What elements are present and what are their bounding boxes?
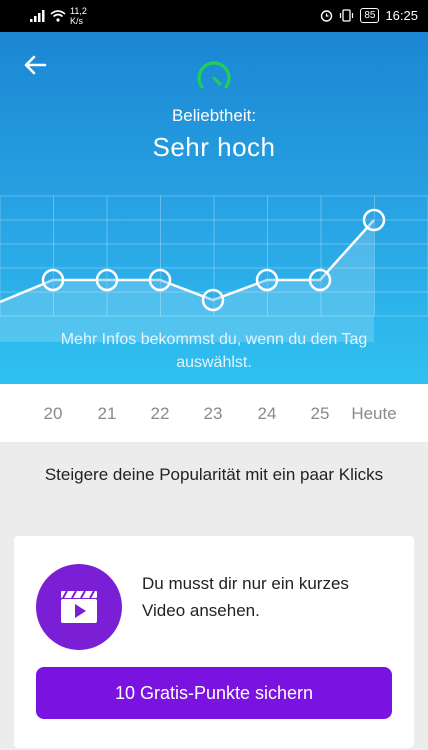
alarm-icon (321, 10, 333, 22)
day-tick-21[interactable]: 21 (98, 404, 117, 424)
network-speed-value: 11,2 (70, 6, 87, 16)
day-tick-20[interactable]: 20 (44, 404, 63, 424)
data-point-20[interactable] (41, 268, 65, 292)
data-point-21[interactable] (95, 268, 119, 292)
speedometer-icon (197, 61, 231, 89)
data-point-22[interactable] (148, 268, 172, 292)
video-offer-card: Du musst dir nur ein kurzes Video ansehe… (14, 536, 414, 748)
popularity-label: Beliebtheit: (171, 106, 257, 125)
day-axis: 20 21 22 23 24 25 Heute (0, 384, 428, 442)
day-tick-25[interactable]: 25 (311, 404, 330, 424)
vibrate-icon (340, 9, 354, 22)
boost-heading: Steigere deine Popularität mit ein paar … (44, 465, 384, 484)
status-left: 11,2 K/s (30, 6, 87, 26)
network-speed: 11,2 K/s (70, 6, 87, 26)
status-bar: 11,2 K/s 85 16:25 (0, 0, 428, 32)
chart-hint: Mehr Infos bekommst du, wenn du den Tag … (60, 331, 368, 371)
video-offer-text: Du musst dir nur ein kurzes Video ansehe… (142, 574, 349, 620)
day-tick-22[interactable]: 22 (151, 404, 170, 424)
popularity-header: Beliebtheit: Sehr hoch Mehr Infos bekomm… (0, 32, 428, 384)
video-clapper-icon (61, 590, 97, 623)
signal-icon (30, 10, 45, 22)
claim-points-button[interactable]: 10 Gratis-Punkte sichern (36, 667, 392, 719)
back-arrow-icon[interactable] (20, 50, 50, 80)
day-tick-heute[interactable]: Heute (351, 404, 396, 424)
popularity-value: Sehr hoch (152, 132, 276, 162)
wifi-icon (50, 10, 66, 22)
popularity-chart (0, 195, 428, 342)
day-tick-24[interactable]: 24 (258, 404, 277, 424)
data-point-23[interactable] (201, 288, 225, 312)
data-point-25[interactable] (308, 268, 332, 292)
video-icon-circle (36, 564, 122, 650)
status-right: 85 16:25 (320, 8, 418, 23)
data-point-24[interactable] (255, 268, 279, 292)
network-speed-unit: K/s (70, 16, 84, 26)
data-point-heute[interactable] (362, 208, 386, 232)
status-time: 16:25 (385, 8, 418, 23)
battery-level: 85 (360, 8, 380, 23)
day-tick-23[interactable]: 23 (204, 404, 223, 424)
